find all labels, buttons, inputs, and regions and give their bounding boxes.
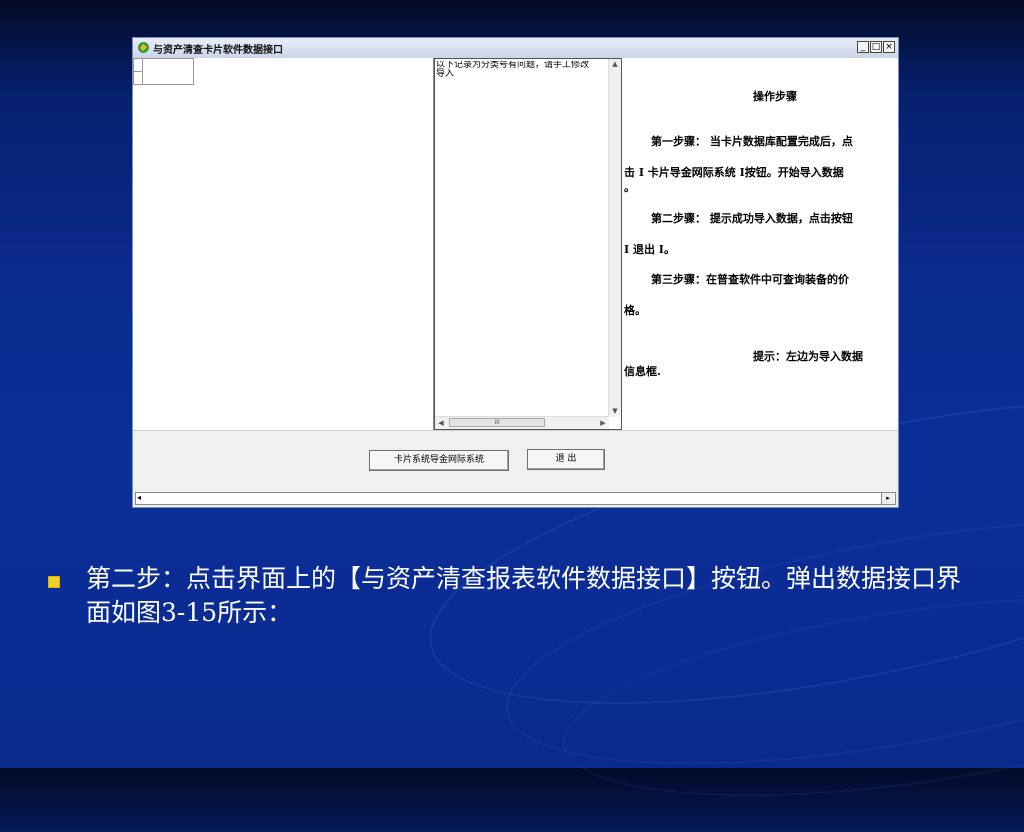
exit-button[interactable]: 退 出 [527, 449, 605, 470]
bullet-icon [48, 576, 60, 588]
scroll-right-icon[interactable]: ▸ [881, 493, 894, 504]
step1-text: 击 Ⅰ 卡片导金网际系统 Ⅰ按钮。开始导入数据 [624, 166, 844, 179]
scroll-left-icon[interactable]: ◀ [435, 419, 447, 427]
tip-text: 信息框. [624, 365, 661, 378]
scroll-up-icon[interactable]: ▲ [609, 60, 621, 68]
scroll-down-icon[interactable]: ▼ [609, 407, 621, 415]
grid-cell[interactable] [142, 58, 194, 72]
horizontal-scrollbar[interactable]: ◀ III ▶ [435, 416, 609, 429]
step1-text: 。 [624, 181, 635, 194]
button-bar: 卡片系统导金网际系统 退 出 ◂ ▸ [133, 430, 898, 507]
scroll-left-icon[interactable]: ◂ [137, 493, 141, 502]
step3-text: 格。 [624, 304, 646, 317]
minimize-button[interactable]: _ [857, 41, 869, 53]
bottom-scrollbar[interactable]: ◂ ▸ [135, 492, 896, 505]
data-interface-window: 与资产清查卡片软件数据接口 _ □ × 以下记录为分类号有问题，请手工修改 导入… [132, 37, 899, 508]
error-records-text: 以下记录为分类号有问题，请手工修改 导入 [436, 61, 590, 79]
step3-text: 第三步骤：在普查软件中可查询装备的价 [651, 273, 849, 286]
scrollbar-thumb[interactable]: III [449, 418, 545, 427]
tip-text: 提示：左边为导入数据 [753, 350, 863, 363]
import-button[interactable]: 卡片系统导金网际系统 [369, 450, 509, 471]
grid-cell[interactable] [142, 71, 194, 85]
error-records-textarea[interactable]: 以下记录为分类号有问题，请手工修改 导入 ▲ ▼ ◀ III ▶ [434, 58, 622, 430]
scroll-right-icon[interactable]: ▶ [597, 419, 609, 427]
window-title: 与资产清查卡片软件数据接口 [153, 45, 283, 56]
vertical-scrollbar[interactable]: ▲ ▼ [608, 59, 621, 417]
import-info-grid[interactable] [133, 58, 434, 430]
step2-text: 第二步骤： 提示成功导入数据，点击按钮 [651, 212, 853, 225]
step1-text: 第一步骤： 当卡片数据库配置完成后，点 [651, 135, 853, 148]
app-icon [138, 42, 149, 53]
slide-bullet-text: 第二步：点击界面上的【与资产清查报表软件数据接口】按钮。弹出数据接口界面如图3-… [86, 564, 962, 627]
step2-text: Ⅰ 退出 Ⅰ。 [624, 243, 675, 256]
close-button[interactable]: × [883, 41, 895, 53]
title-bar[interactable]: 与资产清查卡片软件数据接口 _ □ × [133, 38, 898, 59]
maximize-button[interactable]: □ [870, 41, 882, 53]
instructions-panel: 操作步骤 第一步骤： 当卡片数据库配置完成后，点 击 Ⅰ 卡片导金网际系统 Ⅰ按… [622, 58, 898, 430]
instructions-heading: 操作步骤 [753, 90, 797, 103]
